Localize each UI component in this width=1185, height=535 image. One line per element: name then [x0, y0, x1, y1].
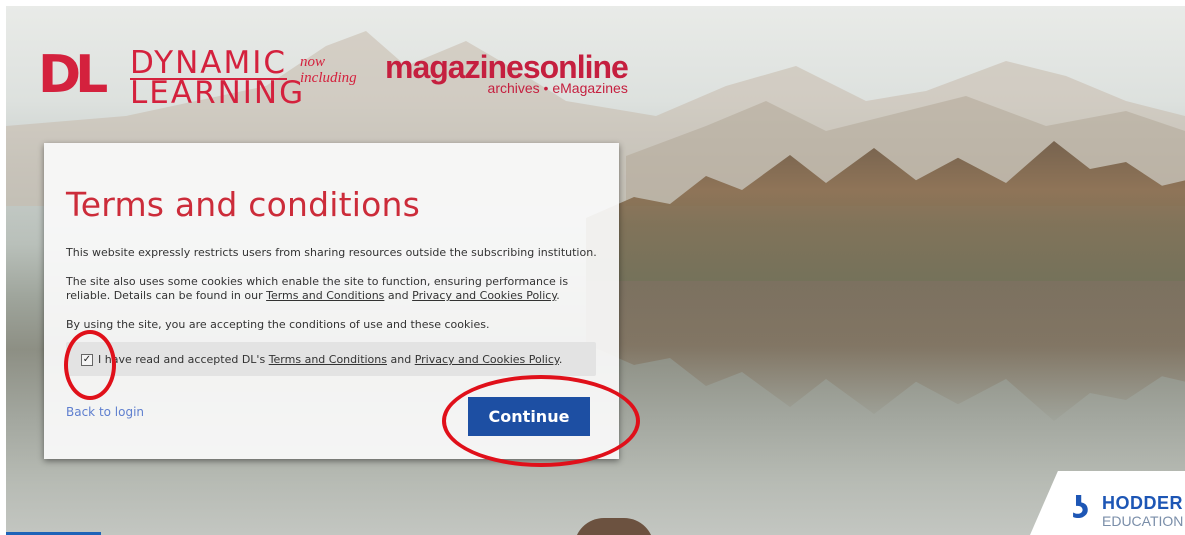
lake-reflection	[586, 281, 1185, 421]
cookies-text-3: .	[556, 289, 560, 302]
hodder-logo-mark: ʖ	[1072, 491, 1090, 526]
cookies-paragraph: The site also uses some cookies which en…	[66, 275, 606, 303]
dynamic-learning-logo: DL DYNAMIC LEARNING	[38, 44, 303, 109]
panel-title: Terms and conditions	[66, 185, 421, 224]
privacy-link[interactable]: Privacy and Cookies Policy	[412, 289, 556, 302]
accept-privacy-link[interactable]: Privacy and Cookies Policy	[415, 353, 559, 366]
accept-text-1: I have read and accepted DL's	[98, 353, 269, 366]
accept-terms-link[interactable]: Terms and Conditions	[269, 353, 387, 366]
accept-terms-row: ✓ I have read and accepted DL's Terms an…	[66, 342, 596, 376]
now-including-text: now including	[300, 54, 357, 86]
accept-terms-label: I have read and accepted DL's Terms and …	[98, 353, 562, 366]
dl-logo-word-learning: LEARNING	[130, 75, 306, 111]
restriction-paragraph: This website expressly restricts users f…	[66, 246, 597, 259]
hodder-logo-name: HODDER	[1102, 493, 1184, 513]
cookies-text-2: and	[384, 289, 413, 302]
magazines-online-logo: magazinesonline archives • eMagazines	[385, 49, 629, 96]
accept-text-2: and	[387, 353, 415, 366]
terms-link[interactable]: Terms and Conditions	[266, 289, 384, 302]
acceptance-paragraph: By using the site, you are accepting the…	[66, 318, 490, 331]
accept-text-3: .	[558, 353, 563, 366]
magazines-online-title: magazinesonline	[385, 49, 629, 85]
foreground-rock	[574, 518, 654, 535]
back-to-login-link[interactable]: Back to login	[66, 405, 144, 419]
dl-logo-mark: DL	[38, 45, 108, 105]
hodder-logo-subtitle: EDUCATION	[1102, 513, 1184, 529]
annotation-circle-continue	[442, 375, 640, 467]
annotation-circle-checkbox	[64, 330, 116, 400]
